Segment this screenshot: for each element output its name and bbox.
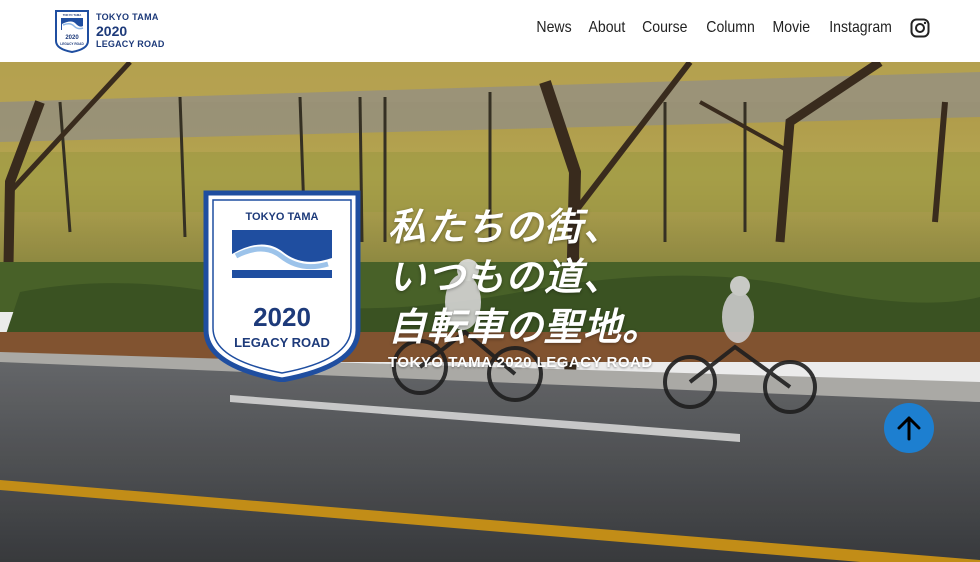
- headline-line-2: いつもの道、: [388, 255, 623, 299]
- logo-wordmark: TOKYO TAMA 2020 LEGACY ROAD: [96, 13, 165, 49]
- nav-news[interactable]: News: [536, 19, 571, 37]
- instagram-icon[interactable]: [910, 18, 930, 38]
- logo-badge-icon: 2020 LEGACY ROAD TOKYO TAMA: [55, 10, 89, 53]
- nav-about[interactable]: About: [588, 19, 625, 37]
- headline-line-1: 私たちの街、: [388, 205, 623, 249]
- legacy-road-emblem: TOKYO TAMA 2020 LEGACY ROAD: [203, 190, 361, 382]
- svg-text:2020: 2020: [65, 35, 79, 41]
- svg-text:TOKYO TAMA: TOKYO TAMA: [63, 13, 82, 17]
- logo-line-2: 2020: [96, 23, 128, 39]
- svg-text:LEGACY ROAD: LEGACY ROAD: [60, 42, 84, 46]
- nav-course[interactable]: Course: [643, 19, 688, 37]
- emblem-line-1: TOKYO TAMA: [246, 211, 319, 223]
- hero-section: TOKYO TAMA 2020 LEGACY ROAD 私たちの街、 いつもの道…: [0, 62, 980, 562]
- emblem-line-2: 2020: [253, 302, 311, 332]
- site-logo[interactable]: 2020 LEGACY ROAD TOKYO TAMA TOKYO TAMA 2…: [54, 9, 165, 53]
- nav-instagram[interactable]: Instagram: [829, 19, 892, 37]
- logo-line-3: LEGACY ROAD: [96, 39, 165, 49]
- back-to-top-button[interactable]: [884, 403, 934, 453]
- headline-line-3: 自転車の聖地。: [388, 305, 662, 349]
- site-header: 2020 LEGACY ROAD TOKYO TAMA TOKYO TAMA 2…: [0, 0, 980, 62]
- nav-movie[interactable]: Movie: [773, 19, 811, 37]
- hero-headline: 私たちの街、 いつもの道、 自転車の聖地。: [388, 202, 661, 352]
- nav-column[interactable]: Column: [706, 19, 755, 37]
- logo-line-1: TOKYO TAMA: [96, 12, 159, 22]
- main-nav: News About Course Column Movie Instagram: [534, 18, 930, 38]
- hero-subline: TOKYO TAMA 2020 LEGACY ROAD: [388, 354, 653, 371]
- arrow-up-icon: [897, 416, 921, 441]
- emblem-line-3: LEGACY ROAD: [234, 335, 330, 350]
